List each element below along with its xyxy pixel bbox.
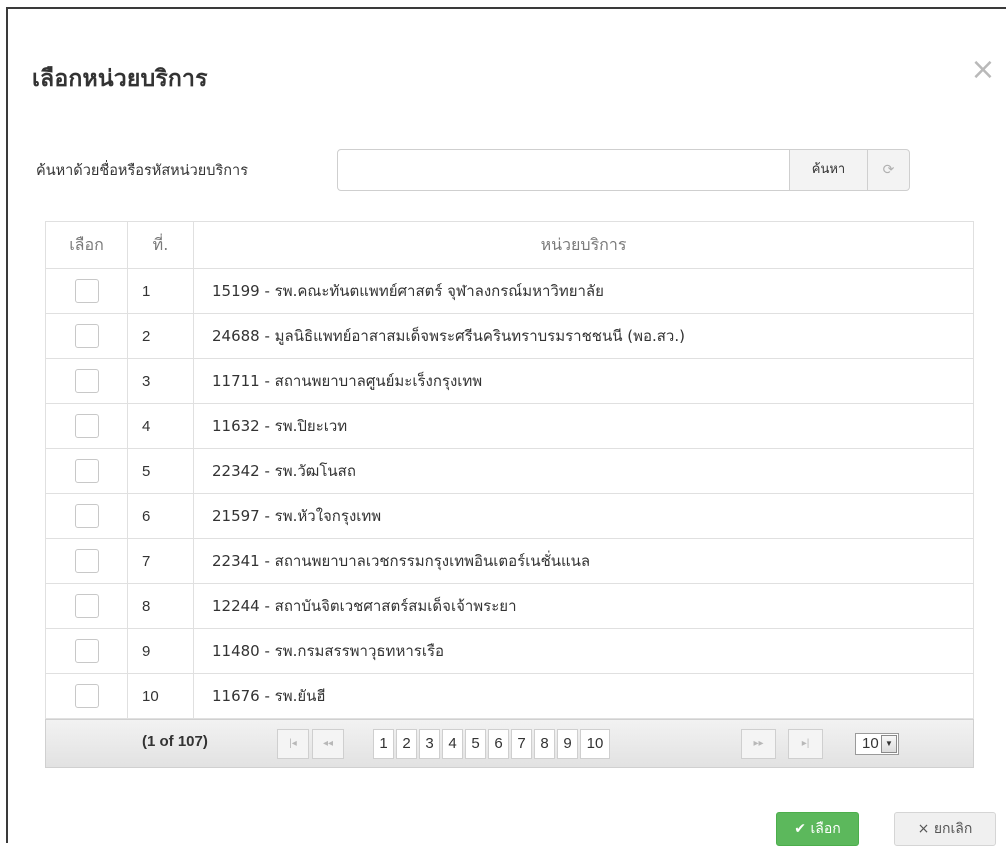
page-button[interactable]: 6: [488, 729, 509, 759]
row-checkbox[interactable]: [74, 324, 99, 348]
row-number: 9: [127, 628, 194, 674]
page-button[interactable]: 10: [580, 729, 610, 759]
table-row[interactable]: 8 12244 - สถาบันจิตเวชศาสตร์สมเด็จเจ้าพร…: [45, 583, 974, 629]
row-unit-name: 11676 - รพ.ยันฮี: [193, 673, 974, 719]
select-button[interactable]: ✔ เลือก: [776, 812, 859, 846]
first-page-icon: |◂: [289, 738, 297, 749]
page-button[interactable]: 4: [442, 729, 463, 759]
row-unit-name: 24688 - มูลนิธิแพทย์อาสาสมเด็จพระศรีนคริ…: [193, 313, 974, 359]
row-number: 4: [127, 403, 194, 449]
cancel-button[interactable]: × ยกเลิก: [894, 812, 996, 846]
prev-page-icon: ◂◂: [322, 738, 334, 749]
last-page-button[interactable]: ▸|: [788, 729, 823, 759]
rows-per-page-select[interactable]: 10 ▼: [855, 733, 899, 755]
row-unit-name: 12244 - สถาบันจิตเวชศาสตร์สมเด็จเจ้าพระย…: [193, 583, 974, 629]
table-row[interactable]: 7 22341 - สถานพยาบาลเวชกรรมกรุงเทพอินเตอ…: [45, 538, 974, 584]
prev-page-button[interactable]: ◂◂: [312, 729, 344, 759]
row-unit-name: 21597 - รพ.หัวใจกรุงเทพ: [193, 493, 974, 539]
page-button[interactable]: 1: [373, 729, 394, 759]
row-checkbox[interactable]: [74, 279, 99, 303]
page-button[interactable]: 8: [534, 729, 555, 759]
table-row[interactable]: 6 21597 - รพ.หัวใจกรุงเทพ: [45, 493, 974, 539]
row-unit-name: 11632 - รพ.ปิยะเวท: [193, 403, 974, 449]
refresh-icon: ⟳: [882, 162, 895, 178]
search-input[interactable]: [337, 149, 790, 191]
search-label: ค้นหาด้วยชื่อหรือรหัสหน่วยบริการ: [36, 163, 248, 179]
row-number: 7: [127, 538, 194, 584]
page-button[interactable]: 5: [465, 729, 486, 759]
close-icon[interactable]: ×: [968, 55, 998, 85]
row-checkbox[interactable]: [74, 414, 99, 438]
row-unit-name: 22341 - สถานพยาบาลเวชกรรมกรุงเทพอินเตอร์…: [193, 538, 974, 584]
row-checkbox[interactable]: [74, 549, 99, 573]
row-checkbox[interactable]: [74, 369, 99, 393]
page-status: (1 of 107): [142, 733, 208, 750]
page-button[interactable]: 3: [419, 729, 440, 759]
row-number: 2: [127, 313, 194, 359]
row-number: 3: [127, 358, 194, 404]
table-row[interactable]: 4 11632 - รพ.ปิยะเวท: [45, 403, 974, 449]
page-button[interactable]: 9: [557, 729, 578, 759]
last-page-icon: ▸|: [801, 738, 810, 749]
row-checkbox[interactable]: [74, 639, 99, 663]
row-checkbox[interactable]: [74, 594, 99, 618]
page-button[interactable]: 7: [511, 729, 532, 759]
paginator: (1 of 107) |◂ ◂◂ 1 2 3 4 5 6 7 8 9 10 ▸▸…: [45, 719, 974, 768]
table-row[interactable]: 5 22342 - รพ.วัฒโนสถ: [45, 448, 974, 494]
select-unit-dialog: เลือกหน่วยบริการ × ค้นหาด้วยชื่อหรือรหัส…: [6, 7, 1006, 846]
table-row[interactable]: 9 11480 - รพ.กรมสรรพาวุธทหารเรือ: [45, 628, 974, 674]
page-button[interactable]: 2: [396, 729, 417, 759]
row-number: 5: [127, 448, 194, 494]
row-number: 1: [127, 268, 194, 314]
reset-button[interactable]: ⟳: [867, 149, 910, 191]
search-button[interactable]: ค้นหา: [789, 149, 868, 191]
chevron-down-icon[interactable]: ▼: [881, 735, 897, 753]
row-unit-name: 11480 - รพ.กรมสรรพาวุธทหารเรือ: [193, 628, 974, 674]
rows-per-page-value: 10: [862, 735, 879, 752]
row-unit-name: 11711 - สถานพยาบาลศูนย์มะเร็งกรุงเทพ: [193, 358, 974, 404]
row-unit-name: 15199 - รพ.คณะทันตแพทย์ศาสตร์ จุฬาลงกรณ์…: [193, 268, 974, 314]
table-header-row: เลือก ที่. หน่วยบริการ: [45, 221, 974, 269]
next-page-icon: ▸▸: [753, 738, 764, 749]
first-page-button[interactable]: |◂: [277, 729, 309, 759]
dialog-title: เลือกหน่วยบริการ: [32, 66, 208, 92]
table-row[interactable]: 10 11676 - รพ.ยันฮี: [45, 673, 974, 719]
row-checkbox[interactable]: [74, 504, 99, 528]
row-checkbox[interactable]: [74, 684, 99, 708]
header-no[interactable]: ที่.: [127, 221, 194, 269]
header-select[interactable]: เลือก: [45, 221, 128, 269]
row-checkbox[interactable]: [74, 459, 99, 483]
table-row[interactable]: 2 24688 - มูลนิธิแพทย์อาสาสมเด็จพระศรีนค…: [45, 313, 974, 359]
table-row[interactable]: 1 15199 - รพ.คณะทันตแพทย์ศาสตร์ จุฬาลงกร…: [45, 268, 974, 314]
next-page-button[interactable]: ▸▸: [741, 729, 776, 759]
service-unit-table: เลือก ที่. หน่วยบริการ 1 15199 - รพ.คณะท…: [45, 221, 974, 719]
row-number: 8: [127, 583, 194, 629]
table-row[interactable]: 3 11711 - สถานพยาบาลศูนย์มะเร็งกรุงเทพ: [45, 358, 974, 404]
header-unit[interactable]: หน่วยบริการ: [193, 221, 974, 269]
row-unit-name: 22342 - รพ.วัฒโนสถ: [193, 448, 974, 494]
row-number: 6: [127, 493, 194, 539]
row-number: 10: [127, 673, 194, 719]
